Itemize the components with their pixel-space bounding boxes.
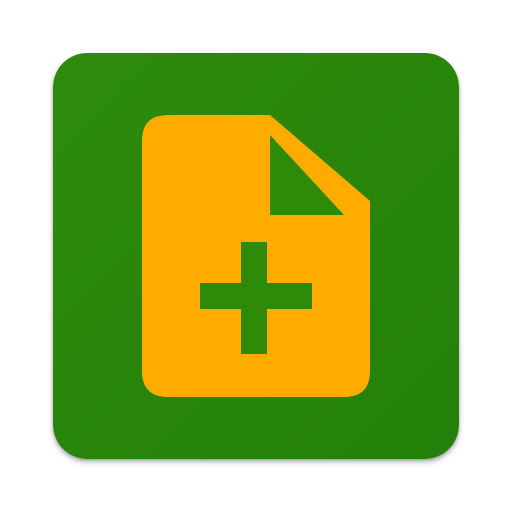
app-icon[interactable] [53,53,459,459]
new-file-icon [53,53,459,459]
icon-canvas [0,0,512,512]
